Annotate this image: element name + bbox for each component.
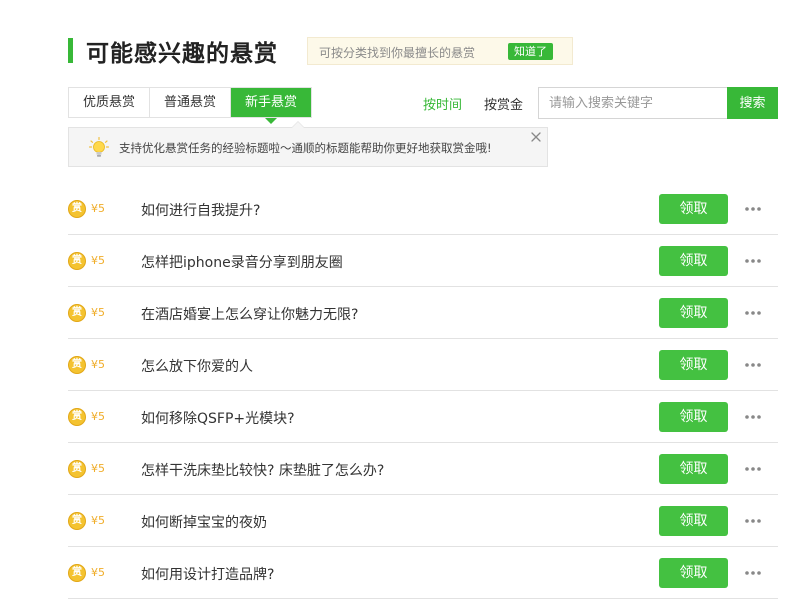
question-row: 赏 ¥5 如何断掉宝宝的夜奶 领取 xyxy=(68,495,778,547)
lightbulb-icon xyxy=(89,137,109,157)
reward-amount: ¥5 xyxy=(91,202,105,215)
tab-quality-bounty[interactable]: 优质悬赏 xyxy=(69,88,151,117)
notice-banner: 支持优化悬赏任务的经验标题啦～通顺的标题能帮助你更好地获取赏金哦! xyxy=(68,121,548,167)
sort-by-time[interactable]: 按时间 xyxy=(423,94,462,113)
question-title[interactable]: 如何用设计打造品牌? xyxy=(141,564,274,584)
question-title[interactable]: 如何断掉宝宝的夜奶 xyxy=(141,512,267,532)
question-title[interactable]: 在酒店婚宴上怎么穿让你魅力无限? xyxy=(141,304,358,324)
search-input[interactable] xyxy=(538,87,727,119)
more-options-icon[interactable] xyxy=(744,356,762,374)
tab-newbie-bounty[interactable]: 新手悬赏 xyxy=(231,88,312,124)
reward-coin-icon: 赏 xyxy=(68,252,86,270)
claim-button[interactable]: 领取 xyxy=(659,350,728,380)
question-title[interactable]: 怎样把iphone录音分享到朋友圈 xyxy=(141,252,343,272)
notice-text: 支持优化悬赏任务的经验标题啦～通顺的标题能帮助你更好地获取赏金哦! xyxy=(119,141,492,155)
question-row: 赏 ¥5 如何移除QSFP+光模块? 领取 xyxy=(68,391,778,443)
reward-coin-icon: 赏 xyxy=(68,304,86,322)
question-row: 赏 ¥5 怎样干洗床垫比较快? 床垫脏了怎么办? 领取 xyxy=(68,443,778,495)
claim-button[interactable]: 领取 xyxy=(659,506,728,536)
reward-amount: ¥5 xyxy=(91,306,105,319)
reward-coin-icon: 赏 xyxy=(68,512,86,530)
question-title[interactable]: 怎么放下你爱的人 xyxy=(141,356,253,376)
question-row: 赏 ¥5 在酒店婚宴上怎么穿让你魅力无限? 领取 xyxy=(68,287,778,339)
more-options-icon[interactable] xyxy=(744,252,762,270)
bounty-tabs: 优质悬赏 普通悬赏 新手悬赏 xyxy=(68,87,313,124)
reward-amount: ¥5 xyxy=(91,358,105,371)
question-title[interactable]: 怎样干洗床垫比较快? 床垫脏了怎么办? xyxy=(141,460,384,480)
reward-amount: ¥5 xyxy=(91,410,105,423)
tab-normal-bounty[interactable]: 普通悬赏 xyxy=(150,88,232,117)
question-row: 赏 ¥5 怎样把iphone录音分享到朋友圈 领取 xyxy=(68,235,778,287)
more-options-icon[interactable] xyxy=(744,200,762,218)
page-title: 可能感兴趣的悬赏 xyxy=(86,41,278,67)
question-row: 赏 ¥5 怎么放下你爱的人 领取 xyxy=(68,339,778,391)
reward-coin-icon: 赏 xyxy=(68,564,86,582)
claim-button[interactable]: 领取 xyxy=(659,298,728,328)
reward-amount: ¥5 xyxy=(91,254,105,267)
reward-coin-icon: 赏 xyxy=(68,356,86,374)
claim-button[interactable]: 领取 xyxy=(659,558,728,588)
question-title[interactable]: 如何移除QSFP+光模块? xyxy=(141,408,295,428)
more-options-icon[interactable] xyxy=(744,564,762,582)
sort-by-reward[interactable]: 按赏金 xyxy=(484,94,523,113)
question-row: 赏 ¥5 如何用设计打造品牌? 领取 xyxy=(68,547,778,599)
more-options-icon[interactable] xyxy=(744,460,762,478)
claim-button[interactable]: 领取 xyxy=(659,194,728,224)
question-title[interactable]: 如何进行自我提升? xyxy=(141,200,260,220)
claim-button[interactable]: 领取 xyxy=(659,402,728,432)
reward-coin-icon: 赏 xyxy=(68,460,86,478)
category-tip-text: 可按分类找到你最擅长的悬赏 xyxy=(319,46,476,60)
question-row: 赏 ¥5 如何进行自我提升? 领取 xyxy=(68,183,778,235)
more-options-icon[interactable] xyxy=(744,512,762,530)
reward-amount: ¥5 xyxy=(91,514,105,527)
category-tip: 可按分类找到你最擅长的悬赏 知道了 xyxy=(307,37,573,65)
claim-button[interactable]: 领取 xyxy=(659,246,728,276)
question-list: 赏 ¥5 如何进行自我提升? 领取赏 ¥5 怎样把iphone录音分享到朋友圈 领取赏 ¥5 在… xyxy=(68,183,778,599)
reward-amount: ¥5 xyxy=(91,462,105,475)
title-accent-bar xyxy=(68,38,73,63)
claim-button[interactable]: 领取 xyxy=(659,454,728,484)
got-it-button[interactable]: 知道了 xyxy=(508,43,553,60)
search-button[interactable]: 搜索 xyxy=(727,87,778,119)
close-icon[interactable] xyxy=(530,131,542,143)
reward-amount: ¥5 xyxy=(91,566,105,579)
reward-coin-icon: 赏 xyxy=(68,200,86,218)
more-options-icon[interactable] xyxy=(744,304,762,322)
more-options-icon[interactable] xyxy=(744,408,762,426)
reward-coin-icon: 赏 xyxy=(68,408,86,426)
